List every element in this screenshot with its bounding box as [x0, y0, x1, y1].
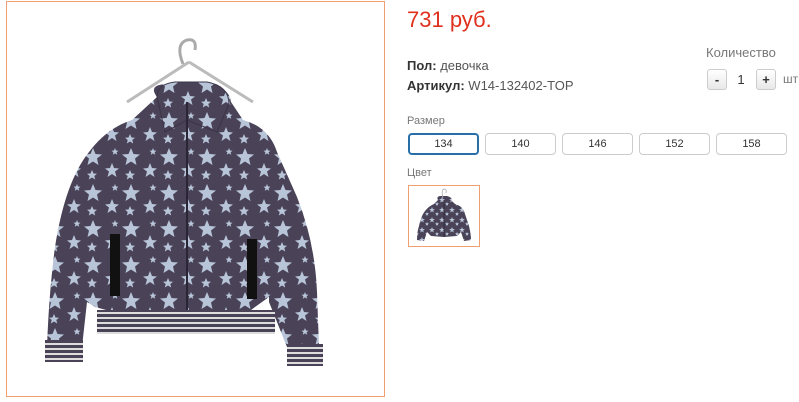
- size-label: Размер: [407, 115, 445, 127]
- quantity-unit: шт: [783, 72, 799, 86]
- gender-attribute: Пол: девочка: [407, 58, 489, 73]
- quantity-plus-button[interactable]: +: [756, 69, 776, 90]
- color-swatch[interactable]: [408, 185, 480, 247]
- sku-value: W14-132402-TOP: [468, 78, 574, 93]
- color-label: Цвет: [407, 167, 432, 179]
- color-swatch-jacket-image: [417, 188, 471, 241]
- price: 731 руб.: [407, 7, 492, 32]
- size-option-140[interactable]: 140: [485, 133, 556, 155]
- sku-label: Артикул:: [407, 78, 465, 93]
- product-photo[interactable]: [6, 1, 385, 397]
- gender-label: Пол:: [407, 58, 437, 73]
- sku-attribute: Артикул: W14-132402-TOP: [407, 78, 574, 93]
- size-option-152[interactable]: 152: [639, 133, 710, 155]
- size-option-134[interactable]: 134: [408, 133, 479, 155]
- size-selector: 134 140 146 152 158: [408, 133, 787, 155]
- quantity-label: Количество: [706, 45, 776, 60]
- size-option-146[interactable]: 146: [562, 133, 633, 155]
- gender-value: девочка: [440, 58, 489, 73]
- jacket-image: [45, 38, 323, 366]
- size-option-158[interactable]: 158: [716, 133, 787, 155]
- quantity-minus-button[interactable]: -: [707, 69, 727, 90]
- quantity-value[interactable]: 1: [734, 72, 748, 87]
